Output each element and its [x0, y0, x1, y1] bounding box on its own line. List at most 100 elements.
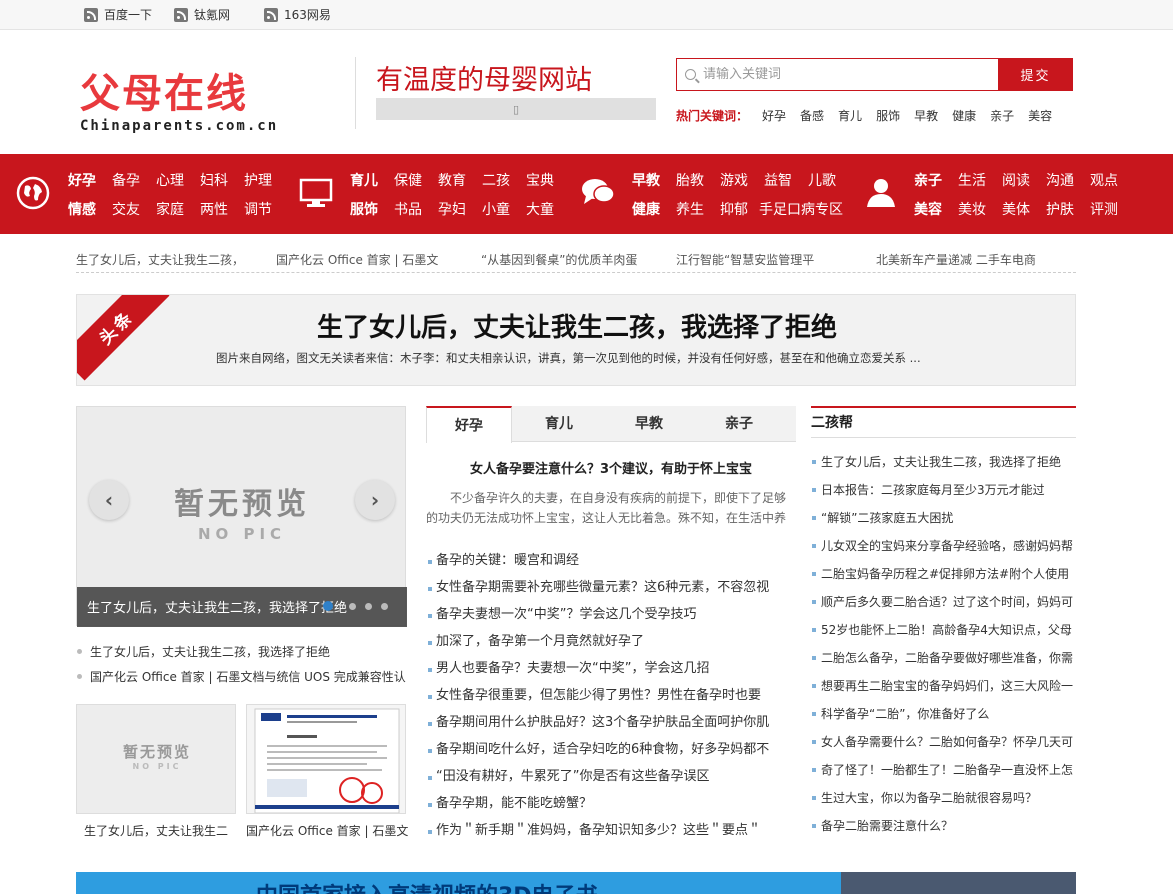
thumb-caption[interactable]: 国产化云 Office 首家 | 石墨文	[246, 822, 408, 839]
list-item[interactable]: 科学备孕“二胎”，你准备好了么	[811, 702, 1076, 730]
hot-keyword-link[interactable]: 备感	[800, 107, 824, 124]
nav-link[interactable]: 宝典	[526, 170, 554, 190]
nav-link[interactable]: 二孩	[482, 170, 510, 190]
list-item[interactable]: 顺产后多久要二胎合适？过了这个时间，妈妈可	[811, 590, 1076, 618]
list-item[interactable]: 国产化云 Office 首家 | 石墨文档与统信 UOS 完成兼容性认	[76, 668, 406, 693]
list-item[interactable]: “田没有耕好，牛累死了”你是否有这些备孕误区	[426, 765, 796, 792]
nav-link[interactable]: 美妆	[958, 199, 986, 219]
nav-link[interactable]: 生活	[958, 170, 986, 190]
list-item[interactable]: 备孕二胎需要注意什么？	[811, 814, 1076, 842]
thumb-card[interactable]	[246, 704, 406, 814]
nav-link[interactable]: 心理	[156, 170, 184, 190]
nav-link[interactable]: 护理	[244, 170, 272, 190]
hot-keyword-link[interactable]: 服饰	[876, 107, 900, 124]
nav-link[interactable]: 益智	[764, 170, 792, 190]
list-item[interactable]: 生了女儿后，丈夫让我生二孩，我选择了拒绝	[811, 450, 1076, 478]
nav-link[interactable]: 胎教	[676, 170, 704, 190]
nav-link[interactable]: 抑郁	[720, 199, 748, 219]
site-logo[interactable]: 父母在线 Chinaparents.com.cn	[80, 72, 280, 142]
nav-link[interactable]: 教育	[438, 170, 466, 190]
nav-link[interactable]: 儿歌	[808, 170, 836, 190]
nav-link[interactable]: 妇科	[200, 170, 228, 190]
nav-link[interactable]: 沟通	[1046, 170, 1074, 190]
ad-banner[interactable]: 中国首家接入高清视频的3D电子书	[76, 872, 1076, 894]
nav-link-fushi[interactable]: 服饰	[350, 199, 378, 219]
hot-keyword-link[interactable]: 美容	[1028, 107, 1052, 124]
hot-keyword-link[interactable]: 好孕	[762, 107, 786, 124]
ticker-item[interactable]: 北美新车产量递减 二手车电商	[876, 251, 1066, 268]
list-item[interactable]: 加深了，备孕第一个月竟然就好孕了	[426, 630, 796, 657]
list-item[interactable]: 生了女儿后，丈夫让我生二孩，我选择了拒绝	[76, 643, 406, 668]
ticker-item[interactable]: “从基因到餐桌”的优质羊肉蛋	[481, 251, 661, 268]
list-item[interactable]: 二胎宝妈备孕历程之#促排卵方法#附个人使用	[811, 562, 1076, 590]
list-item[interactable]: 备孕孕期，能不能吃螃蟹？	[426, 792, 796, 819]
list-item[interactable]: 备孕期间用什么护肤品好？这3个备孕护肤品全面呵护你肌	[426, 711, 796, 738]
ticker-item[interactable]: 生了女儿后，丈夫让我生二孩，	[76, 251, 256, 268]
list-item[interactable]: 备孕夫妻想一次“中奖”？学会这几个受孕技巧	[426, 603, 796, 630]
search-input[interactable]	[703, 67, 983, 82]
hot-keyword-link[interactable]: 早教	[914, 107, 938, 124]
hot-keyword-link[interactable]: 育儿	[838, 107, 862, 124]
featured-article-title[interactable]: 女人备孕要注意什么？3个建议，有助于怀上宝宝	[426, 458, 796, 477]
carousel-dot[interactable]	[381, 603, 388, 610]
list-item[interactable]: 备孕期间吃什么好，适合孕妇吃的6种食物，好多孕妈都不	[426, 738, 796, 765]
nav-link[interactable]: 调节	[244, 199, 272, 219]
nav-link-yuer[interactable]: 育儿	[350, 170, 378, 190]
hot-keyword-link[interactable]: 亲子	[990, 107, 1014, 124]
nav-link-zaojiao[interactable]: 早教	[632, 170, 660, 190]
nav-link[interactable]: 评测	[1090, 199, 1118, 219]
list-item[interactable]: 生过大宝，你以为备孕二胎就很容易吗？	[811, 786, 1076, 814]
hot-keyword-link[interactable]: 健康	[952, 107, 976, 124]
list-item[interactable]: 备孕的关键：暖宫和调经	[426, 549, 796, 576]
nav-link[interactable]: 书品	[394, 199, 422, 219]
nav-link[interactable]: 大童	[526, 199, 554, 219]
nav-link[interactable]: 小童	[482, 199, 510, 219]
list-item[interactable]: 作为＂新手期＂准妈妈，备孕知识知多少？这些＂要点＂	[426, 819, 796, 846]
nav-link[interactable]: 游戏	[720, 170, 748, 190]
nav-link[interactable]: 美体	[1002, 199, 1030, 219]
search-submit-button[interactable]: 提交	[998, 58, 1073, 91]
list-item[interactable]: 儿女双全的宝妈来分享备孕经验咯，感谢妈妈帮	[811, 534, 1076, 562]
nav-link[interactable]: 手足口病专区	[759, 199, 843, 219]
carousel-dot[interactable]	[365, 603, 372, 610]
tab-yuer[interactable]: 育儿	[516, 406, 602, 442]
list-item[interactable]: 二胎怎么备孕，二胎备孕要做好哪些准备，你需	[811, 646, 1076, 674]
nav-link[interactable]: 保健	[394, 170, 422, 190]
nav-link-jiankang[interactable]: 健康	[632, 199, 660, 219]
nav-link-meirong[interactable]: 美容	[914, 199, 942, 219]
carousel-prev-button[interactable]: ‹	[89, 480, 129, 520]
nav-link[interactable]: 交友	[112, 199, 140, 219]
nav-link[interactable]: 护肤	[1046, 199, 1074, 219]
ticker-item[interactable]: 国产化云 Office 首家 | 石墨文	[276, 251, 456, 268]
list-item[interactable]: 女人备孕需要什么？二胎如何备孕？怀孕几天可	[811, 730, 1076, 758]
carousel-caption[interactable]: 生了女儿后，丈夫让我生二孩，我选择了拒绝	[77, 587, 407, 627]
thumb-caption[interactable]: 生了女儿后，丈夫让我生二	[84, 822, 234, 839]
list-item[interactable]: 女性备孕期需要补充哪些微量元素？这6种元素，不容忽视	[426, 576, 796, 603]
list-item[interactable]: 男人也要备孕？夫妻想一次“中奖”，学会这几招	[426, 657, 796, 684]
list-item[interactable]: 女性备孕很重要，但怎能少得了男性？男性在备孕时也要	[426, 684, 796, 711]
nav-link[interactable]: 孕妇	[438, 199, 466, 219]
nav-link[interactable]: 观点	[1090, 170, 1118, 190]
carousel-next-button[interactable]: ›	[355, 480, 395, 520]
tab-zaojiao[interactable]: 早教	[606, 406, 692, 442]
list-item[interactable]: 想要再生二胎宝宝的备孕妈妈们，这三大风险一	[811, 674, 1076, 702]
headline-title[interactable]: 生了女儿后，丈夫让我生二孩，我选择了拒绝	[77, 307, 1075, 344]
carousel-dot[interactable]	[323, 601, 333, 611]
tab-qinzi[interactable]: 亲子	[696, 406, 782, 442]
top-link-taike[interactable]: 钛氪网	[174, 6, 230, 23]
list-item[interactable]: 52岁也能怀上二胎！高龄备孕4大知识点，父母	[811, 618, 1076, 646]
nav-link[interactable]: 养生	[676, 199, 704, 219]
nav-link[interactable]: 阅读	[1002, 170, 1030, 190]
list-item[interactable]: 日本报告：二孩家庭每月至少3万元才能过	[811, 478, 1076, 506]
nav-link-qinzi[interactable]: 亲子	[914, 170, 942, 190]
carousel-dot[interactable]	[349, 603, 356, 610]
nav-link[interactable]: 家庭	[156, 199, 184, 219]
top-link-baidu[interactable]: 百度一下	[84, 6, 152, 23]
section-title-erhaibang[interactable]: 二孩帮	[811, 406, 1076, 438]
nav-link-qinggan[interactable]: 情感	[68, 199, 96, 219]
nav-link[interactable]: 两性	[200, 199, 228, 219]
top-link-163[interactable]: 163网易	[264, 6, 331, 23]
nav-link[interactable]: 备孕	[112, 170, 140, 190]
ticker-item[interactable]: 江行智能“智慧安监管理平	[676, 251, 856, 268]
list-item[interactable]: 奇了怪了！一胎都生了！二胎备孕一直没怀上怎	[811, 758, 1076, 786]
